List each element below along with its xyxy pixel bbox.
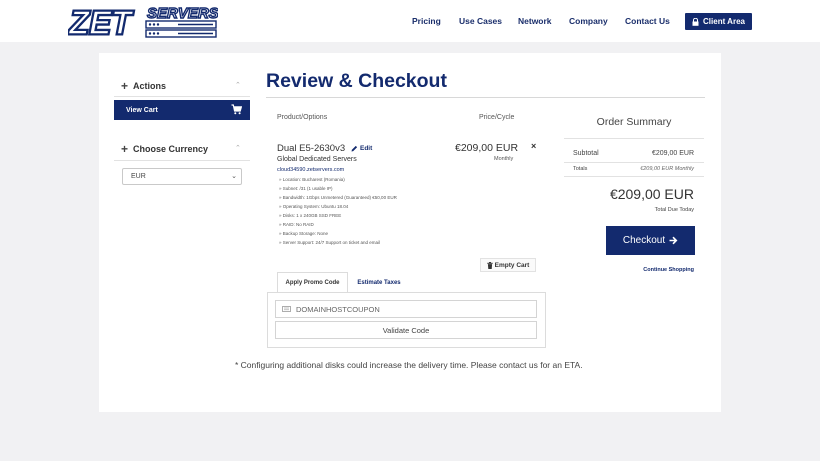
view-cart-button[interactable]: View Cart: [114, 100, 250, 120]
empty-cart-label: Empty Cart: [494, 261, 530, 269]
lock-icon: [692, 17, 699, 26]
config-option: » RAID: No RAID: [279, 222, 314, 227]
arrow-right-icon: [669, 236, 678, 245]
nav-company[interactable]: Company: [569, 16, 608, 26]
delivery-note: * Configuring additional disks could inc…: [235, 360, 583, 370]
client-area-button[interactable]: Client Area: [685, 13, 752, 30]
subtotal-value: €209,00 EUR: [651, 150, 694, 157]
validate-code-button[interactable]: Validate Code: [275, 321, 537, 339]
column-header-product: Product/Options: [277, 114, 328, 121]
tab-label: Apply Promo Code: [285, 280, 340, 286]
chevron-down-icon: ⌄: [231, 173, 237, 180]
item-price: €209,00 EUR: [455, 142, 519, 154]
view-cart-label: View Cart: [126, 106, 158, 114]
chevron-up-icon[interactable]: ⌃: [235, 144, 241, 152]
subtotal-label: Subtotal: [573, 150, 599, 157]
pencil-icon: [351, 145, 358, 152]
edit-label: Edit: [360, 145, 373, 152]
nav-contact-us[interactable]: Contact Us: [625, 16, 670, 26]
item-billing-cycle: Monthly: [494, 156, 514, 162]
trash-icon: [486, 261, 493, 269]
currency-select[interactable]: EUR ⌄: [122, 168, 242, 185]
divider: [266, 97, 705, 98]
divider: [564, 176, 704, 177]
config-option: » Operating System: Ubuntu 18.04: [279, 204, 349, 209]
chevron-up-icon[interactable]: ⌃: [235, 81, 241, 89]
tab-apply-promo-code[interactable]: Apply Promo Code: [277, 272, 348, 293]
nav-use-cases[interactable]: Use Cases: [459, 16, 502, 26]
currency-panel-heading[interactable]: + Choose Currency: [121, 142, 209, 156]
totals-label: Totals: [573, 166, 588, 172]
actions-heading: Actions: [133, 81, 167, 91]
config-option: » Subnet: /31 (1 usable IP): [279, 186, 333, 191]
divider: [564, 162, 704, 163]
validate-code-label: Validate Code: [382, 325, 430, 335]
total-due-amount: €209,00 EUR: [609, 186, 694, 202]
client-area-label: Client Area: [703, 17, 745, 26]
plus-icon: +: [121, 142, 129, 156]
ticket-icon: [282, 306, 291, 312]
totals-value: €209,00 EUR Monthly: [640, 166, 694, 172]
empty-cart-button[interactable]: Empty Cart: [480, 258, 536, 272]
divider: [564, 138, 704, 139]
actions-panel-heading[interactable]: + Actions: [121, 79, 167, 93]
promo-code-placeholder: DOMAINHOSTCOUPON: [296, 304, 380, 314]
config-option: » Location: Bucharest (Romania): [279, 177, 345, 182]
config-option: » Disks: 1 x 240GB SSD FREE: [279, 213, 342, 218]
nav-network[interactable]: Network: [518, 16, 552, 26]
product-domain: cloud34590.zetservers.com: [277, 167, 345, 173]
divider: [114, 160, 250, 161]
divider: [114, 96, 250, 97]
remove-item-icon[interactable]: ×: [531, 141, 536, 151]
site-header: ZET ZET SERVERS Pricing Use Cases Networ…: [0, 0, 820, 42]
tab-estimate-taxes[interactable]: Estimate Taxes: [350, 272, 408, 293]
column-header-price: Price/Cycle: [479, 114, 515, 121]
total-due-label: Total Due Today: [654, 207, 694, 213]
checkout-button[interactable]: Checkout: [606, 226, 695, 255]
plus-icon: +: [121, 79, 129, 93]
config-option: » Bandwidth: 1Gbps Unmetered (Guaranteed…: [279, 195, 397, 200]
page-title: Review & Checkout: [266, 70, 447, 92]
config-option: » Backup Storage: None: [279, 231, 329, 236]
zetservers-logo[interactable]: ZET ZET SERVERS: [68, 4, 218, 38]
cart-icon: [231, 104, 242, 115]
config-option: » Server Support: 24/7 Support on ticket…: [279, 240, 381, 245]
checkout-label: Checkout: [622, 235, 666, 246]
tab-label: Estimate Taxes: [357, 279, 401, 286]
nav-pricing[interactable]: Pricing: [412, 16, 441, 26]
edit-link[interactable]: Edit: [351, 145, 372, 152]
product-name: Dual E5-2630v3: [277, 143, 346, 154]
currency-heading: Choose Currency: [133, 144, 209, 154]
svg-text:SERVERS: SERVERS: [147, 5, 218, 22]
svg-text:ZET: ZET: [68, 4, 134, 38]
product-group: Global Dedicated Servers: [277, 156, 357, 163]
currency-value: EUR: [131, 173, 146, 180]
promo-code-input[interactable]: DOMAINHOSTCOUPON: [275, 300, 537, 318]
continue-shopping-link[interactable]: Continue Shopping: [643, 267, 694, 273]
order-summary-title: Order Summary: [596, 116, 672, 128]
